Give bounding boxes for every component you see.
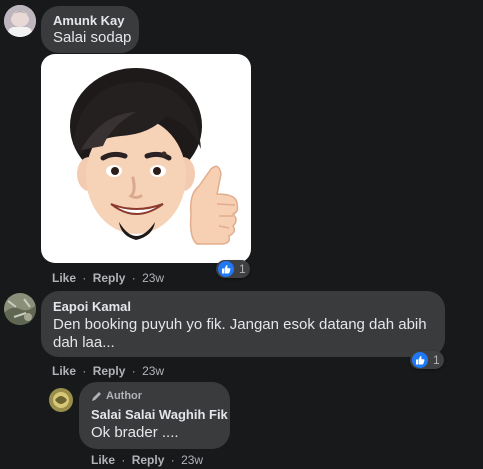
comment-author[interactable]: Amunk Kay bbox=[53, 13, 125, 28]
reaction-count: 1 bbox=[433, 353, 440, 367]
reply-actions: Like · Reply · 23w bbox=[91, 453, 203, 467]
reply-timestamp[interactable]: 23w bbox=[181, 453, 203, 467]
like-reaction-icon bbox=[218, 261, 234, 277]
avatar-salai-salai-waghih-fik[interactable] bbox=[49, 388, 73, 412]
comment-actions: Like · Reply · 23w bbox=[52, 364, 164, 378]
separator: · bbox=[82, 271, 87, 285]
reply-text: Ok brader .... bbox=[91, 424, 179, 441]
reaction-summary[interactable]: 1 bbox=[410, 351, 444, 369]
comment-timestamp[interactable]: 23w bbox=[142, 271, 164, 285]
like-button[interactable]: Like bbox=[52, 271, 76, 285]
separator: · bbox=[121, 453, 126, 467]
author-badge-label: Author bbox=[106, 390, 143, 402]
separator: · bbox=[170, 453, 175, 467]
comment-bubble: Eapoi Kamal Den booking puyuh yo fik. Ja… bbox=[41, 291, 445, 357]
reply-button[interactable]: Reply bbox=[132, 453, 165, 467]
comment-actions: Like · Reply · 23w bbox=[52, 271, 164, 285]
author-badge: Author bbox=[91, 390, 142, 402]
reply-author[interactable]: Salai Salai Waghih Fik bbox=[91, 407, 228, 422]
avatar-eapoi-kamal[interactable] bbox=[4, 293, 36, 325]
separator: · bbox=[82, 364, 87, 378]
comment-text: Salai sodap bbox=[53, 29, 132, 46]
separator: · bbox=[131, 364, 136, 378]
comment-author[interactable]: Eapoi Kamal bbox=[53, 299, 131, 314]
pencil-icon bbox=[92, 391, 101, 401]
reply-button[interactable]: Reply bbox=[93, 364, 126, 378]
reaction-summary[interactable]: 1 bbox=[216, 260, 250, 278]
like-button[interactable]: Like bbox=[91, 453, 115, 467]
comment-bubble: Amunk Kay Salai sodap bbox=[41, 6, 139, 53]
reply-button[interactable]: Reply bbox=[93, 271, 126, 285]
comment-text-line-1: Den booking puyuh yo fik. Jangan esok da… bbox=[53, 316, 427, 333]
memoji-thumbs-up-sticker[interactable] bbox=[41, 54, 251, 263]
avatar-amunk-kay[interactable] bbox=[4, 5, 36, 37]
separator: · bbox=[131, 271, 136, 285]
reply-bubble: Author Salai Salai Waghih Fik Ok brader … bbox=[79, 382, 230, 449]
like-reaction-icon bbox=[412, 352, 428, 368]
comment-text-line-2: dah laa... bbox=[53, 334, 115, 351]
reaction-count: 1 bbox=[239, 262, 246, 276]
comment-timestamp[interactable]: 23w bbox=[142, 364, 164, 378]
like-button[interactable]: Like bbox=[52, 364, 76, 378]
